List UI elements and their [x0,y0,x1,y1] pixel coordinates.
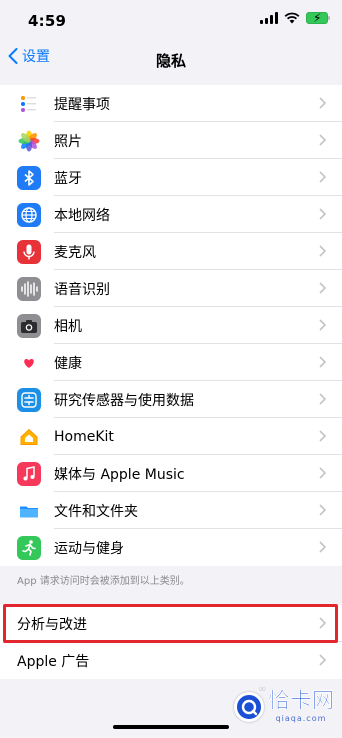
bluetooth-icon [17,165,41,190]
list-item-local-network[interactable]: 本地网络 [0,196,342,233]
item-label: 麦克风 [54,244,96,261]
list-item-homekit[interactable]: HomeKit [0,418,342,455]
item-label: 语音识别 [54,281,110,298]
chevron-right-icon [319,504,326,516]
item-label: 研究传感器与使用数据 [54,392,194,409]
globe-icon [17,202,41,227]
list-item-files-folders[interactable]: 文件和文件夹 [0,492,342,529]
watermark-title: 恰卡网 [267,689,334,714]
item-label: 运动与健身 [54,540,124,557]
nav-bar: 设置 隐私 [0,40,342,78]
item-label: 照片 [54,133,82,150]
list-item-bluetooth[interactable]: 蓝牙 [0,159,342,196]
chevron-right-icon [319,430,326,442]
fitness-icon [17,535,41,560]
status-icons: ⚡ [260,11,330,25]
chevron-right-icon [319,467,326,479]
item-label: Apple 广告 [17,653,90,670]
music-icon [17,461,41,486]
chevron-right-icon [319,208,326,220]
battery-charging-icon: ⚡ [306,11,330,25]
reminders-icon [17,91,41,116]
chevron-right-icon [319,319,326,331]
microphone-icon [17,239,41,264]
chevron-right-icon [319,171,326,183]
chevron-right-icon [319,134,326,146]
status-time: 4:59 [28,12,67,30]
list-item-motion-fitness[interactable]: 运动与健身 [0,529,342,566]
item-label: 提醒事项 [54,96,110,113]
list-item-reminders[interactable]: 提醒事项 [0,85,342,122]
chevron-right-icon [319,282,326,294]
section-footer-note: App 请求访问时会被添加到以上类别。 [17,576,190,587]
home-indicator[interactable] [113,725,229,729]
item-label: 媒体与 Apple Music [54,466,185,483]
watermark-logo: 恰卡网 qiaqa.com [233,689,334,723]
watermark-sub: qiaqa.com [275,714,327,723]
cellular-signal-icon [260,12,278,24]
item-label: 本地网络 [54,207,110,224]
list-item-photos[interactable]: 照片 [0,122,342,159]
item-label: 相机 [54,318,82,335]
heart-icon [17,350,41,375]
chevron-right-icon [319,97,326,109]
chevron-right-icon [319,541,326,553]
chevron-right-icon [319,654,326,666]
home-icon [17,424,41,449]
item-label: 文件和文件夹 [54,503,138,520]
research-icon [17,387,41,412]
list-item-health[interactable]: 健康 [0,344,342,381]
folder-icon [17,498,41,523]
list-item-speech-recognition[interactable]: 语音识别 [0,270,342,307]
chevron-right-icon [319,393,326,405]
waveform-icon [17,276,41,301]
highlight-box [3,604,338,643]
watermark-text: 恰卡网 qiaqa.com [267,689,334,723]
chevron-right-icon [319,356,326,368]
item-label: HomeKit [54,428,114,445]
list-item-camera[interactable]: 相机 [0,307,342,344]
list-item-research-sensor[interactable]: 研究传感器与使用数据 [0,381,342,418]
item-label: 健康 [54,355,82,372]
item-label: 蓝牙 [54,170,82,187]
page-title: 隐私 [155,52,186,70]
camera-icon [17,313,41,338]
list-item-media-apple-music[interactable]: 媒体与 Apple Music [0,455,342,492]
list-item-microphone[interactable]: 麦克风 [0,233,342,270]
list-item-apple-ads[interactable]: Apple 广告 [0,642,342,679]
privacy-list: 提醒事项 照片 蓝牙 本地网络 麦克风 语音识别 相机 健康 研究传感器与使用数… [0,85,342,566]
photos-icon [17,128,41,153]
watermark-badge-icon [233,691,264,722]
wifi-icon [284,12,300,24]
chevron-right-icon [319,245,326,257]
status-bar: 4:59 ⚡ [0,0,342,40]
